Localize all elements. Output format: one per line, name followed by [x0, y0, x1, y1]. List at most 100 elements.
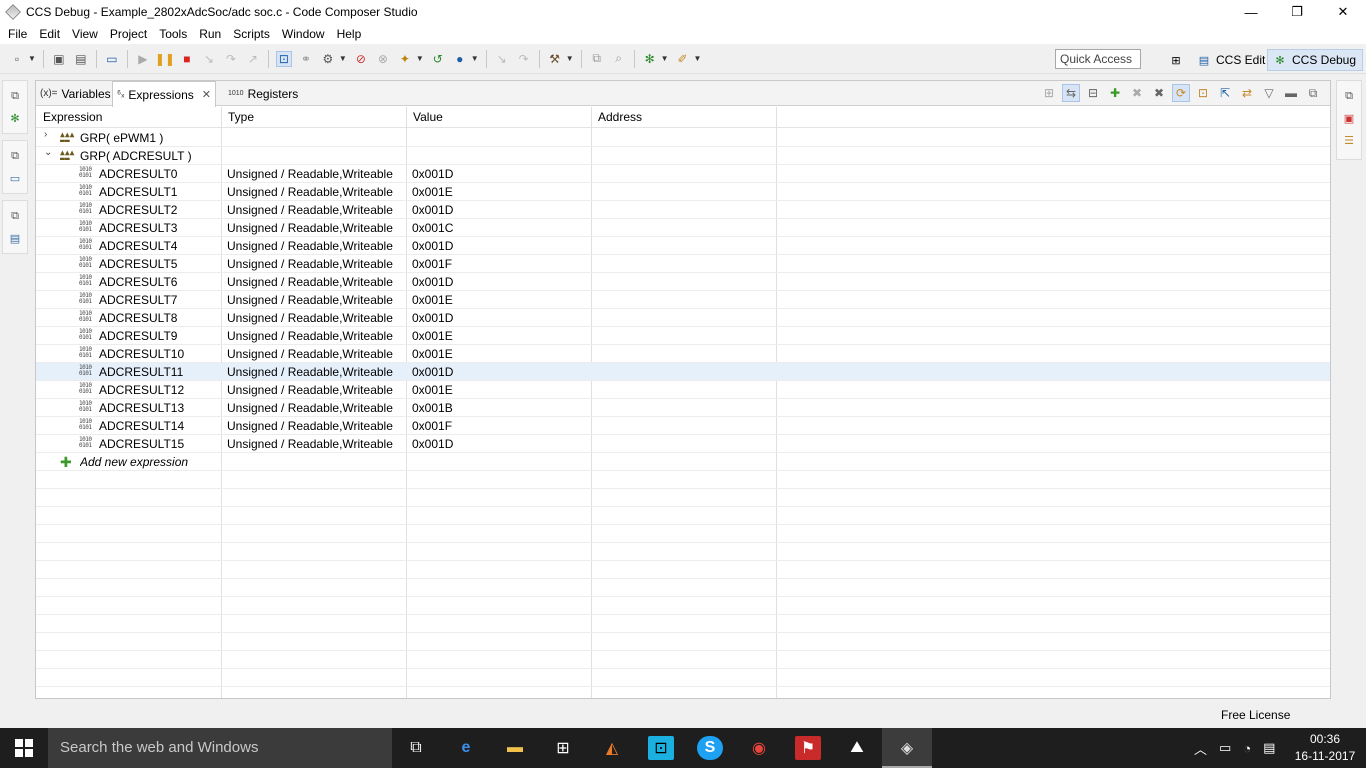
- menu-file[interactable]: File: [2, 24, 33, 44]
- menu-window[interactable]: Window: [276, 24, 331, 44]
- column-header-address[interactable]: Address: [591, 107, 777, 128]
- battery-icon[interactable]: ▭: [1219, 740, 1231, 756]
- restore-icon[interactable]: ⧉: [7, 208, 23, 224]
- menu-view[interactable]: View: [66, 24, 104, 44]
- disconnect-icon[interactable]: ⚭: [298, 51, 314, 67]
- disassembly-icon[interactable]: ☰: [1341, 132, 1357, 148]
- start-button[interactable]: [0, 728, 48, 768]
- restore-icon[interactable]: ⧉: [7, 148, 23, 164]
- menu-tools[interactable]: Tools: [153, 24, 193, 44]
- skype-icon[interactable]: S: [697, 736, 723, 760]
- table-row[interactable]: 1010 0101 ADCRESULT13 Unsigned / Readable,W…: [36, 399, 1330, 417]
- debug-dropdown-icon[interactable]: ▼: [661, 54, 669, 63]
- register-value[interactable]: 0x001D: [412, 435, 592, 453]
- column-header-type[interactable]: Type: [221, 107, 407, 128]
- file-explorer-icon[interactable]: ▬: [502, 736, 528, 760]
- minimize-view-icon[interactable]: ▬: [1282, 84, 1300, 102]
- debug-bug-icon[interactable]: ✻: [642, 51, 658, 67]
- table-row[interactable]: 1010 0101 ADCRESULT12 Unsigned / Readable,W…: [36, 381, 1330, 399]
- menu-scripts[interactable]: Scripts: [227, 24, 276, 44]
- step-assembly-icon[interactable]: ↘: [494, 51, 510, 67]
- register-value[interactable]: 0x001F: [412, 417, 592, 435]
- table-row[interactable]: 1010 0101 ADCRESULT14 Unsigned / Readable,W…: [36, 417, 1330, 435]
- restore-button[interactable]: ❐: [1274, 0, 1320, 24]
- column-header-value[interactable]: Value: [406, 107, 592, 128]
- debug-icon[interactable]: ↺: [430, 51, 446, 67]
- collapse-chevron-icon[interactable]: ⌄: [44, 147, 54, 158]
- matlab-icon[interactable]: ◭: [599, 736, 625, 760]
- tab-expressions[interactable]: ⁶ₓ Expressions ✕: [112, 81, 216, 107]
- suspend-icon[interactable]: ❚❚: [155, 51, 175, 67]
- build-dropdown-icon[interactable]: ▼: [416, 54, 424, 63]
- new-view-icon[interactable]: ⊡: [1194, 84, 1212, 102]
- remove-expression-icon[interactable]: ✖: [1128, 84, 1146, 102]
- store-icon[interactable]: ⊞: [550, 736, 576, 760]
- close-button[interactable]: ✕: [1320, 0, 1366, 24]
- table-row[interactable]: › ▲▲▲ ▬▬ GRP( ePWM1 ): [36, 129, 1330, 147]
- run-icon[interactable]: ●: [452, 51, 468, 67]
- register-value[interactable]: 0x001E: [412, 291, 592, 309]
- perspective-ccs-debug[interactable]: ✻ CCS Debug: [1267, 49, 1364, 71]
- minimize-button[interactable]: —: [1228, 0, 1274, 24]
- run-dropdown-icon[interactable]: ▼: [471, 54, 479, 63]
- taskbar-search-input[interactable]: Search the web and Windows: [48, 728, 392, 768]
- table-row[interactable]: 1010 0101 ADCRESULT8 Unsigned / Readable,Wr…: [36, 309, 1330, 327]
- step-into-icon[interactable]: ↘: [201, 51, 217, 67]
- open-view-icon[interactable]: ⧉: [589, 51, 605, 67]
- table-row[interactable]: ⌄ ▲▲▲ ▬▬ GRP( ADCRESULT ): [36, 147, 1330, 165]
- hammer-dropdown-icon[interactable]: ▼: [566, 54, 574, 63]
- memory-browser-icon[interactable]: ▣: [1341, 110, 1357, 126]
- table-row[interactable]: 1010 0101 ADCRESULT9 Unsigned / Readable,Wr…: [36, 327, 1330, 345]
- register-value[interactable]: 0x001C: [412, 219, 592, 237]
- connect-target-icon[interactable]: ⊡: [275, 50, 292, 67]
- remove-breakpoints-icon[interactable]: ⊗: [375, 51, 391, 67]
- chrome-icon[interactable]: ◉: [746, 736, 772, 760]
- table-row[interactable]: 1010 0101 ADCRESULT3 Unsigned / Readable,Wr…: [36, 219, 1330, 237]
- register-value[interactable]: 0x001E: [412, 183, 592, 201]
- wifi-icon[interactable]: ◔: [1243, 741, 1251, 756]
- maximize-view-icon[interactable]: ⧉: [1304, 84, 1322, 102]
- table-row[interactable]: 1010 0101 ADCRESULT4 Unsigned / Readable,Wr…: [36, 237, 1330, 255]
- restore-icon[interactable]: ⧉: [7, 88, 23, 104]
- ccs-taskbar-button[interactable]: ◈: [882, 728, 932, 768]
- menu-project[interactable]: Project: [104, 24, 153, 44]
- remove-all-icon[interactable]: ✖: [1150, 84, 1168, 102]
- table-row[interactable]: 1010 0101 ADCRESULT7 Unsigned / Readable,Wr…: [36, 291, 1330, 309]
- add-new-expression-row[interactable]: ✚ Add new expression: [36, 453, 1330, 471]
- load-program-icon[interactable]: ⚙: [320, 51, 336, 67]
- menu-run[interactable]: Run: [193, 24, 227, 44]
- register-value[interactable]: 0x001B: [412, 399, 592, 417]
- show-columns-icon[interactable]: ⇆: [1062, 84, 1080, 102]
- external-tools-icon[interactable]: ✐: [675, 51, 691, 67]
- register-value[interactable]: 0x001D: [412, 237, 592, 255]
- terminate-icon[interactable]: ■: [179, 51, 195, 67]
- tab-registers[interactable]: 1010 Registers: [224, 81, 302, 106]
- simulink-icon[interactable]: ⊡: [648, 736, 674, 760]
- show-type-names-icon[interactable]: ⊞: [1040, 84, 1058, 102]
- acrobat-icon[interactable]: ⚑: [795, 736, 821, 760]
- edge-icon[interactable]: e: [453, 736, 479, 760]
- register-value[interactable]: 0x001E: [412, 327, 592, 345]
- export-icon[interactable]: ⇱: [1216, 84, 1234, 102]
- console-icon[interactable]: ▭: [7, 170, 23, 186]
- collapse-all-icon[interactable]: ⊟: [1084, 84, 1102, 102]
- resume-icon[interactable]: ▶: [135, 51, 151, 67]
- search-icon[interactable]: ⌕: [611, 51, 627, 67]
- open-perspective-button[interactable]: ⊞: [1164, 49, 1194, 71]
- register-value[interactable]: 0x001D: [412, 363, 592, 381]
- quick-access-input[interactable]: Quick Access: [1055, 49, 1141, 69]
- close-tab-icon[interactable]: ✕: [202, 88, 211, 101]
- step-over-icon[interactable]: ↷: [223, 51, 239, 67]
- build-icon[interactable]: ✦: [397, 51, 413, 67]
- save-all-icon[interactable]: ▤: [73, 51, 89, 67]
- new-icon[interactable]: ▫: [9, 51, 25, 67]
- refresh-icon[interactable]: ⇄: [1238, 84, 1256, 102]
- register-value[interactable]: 0x001E: [412, 345, 592, 363]
- view-menu-icon[interactable]: ▽: [1260, 84, 1278, 102]
- debug-view-icon[interactable]: ✻: [7, 110, 23, 126]
- table-row[interactable]: 1010 0101 ADCRESULT2 Unsigned / Readable,Wr…: [36, 201, 1330, 219]
- table-row[interactable]: 1010 0101 ADCRESULT6 Unsigned / Readable,Wr…: [36, 273, 1330, 291]
- tray-chevron-icon[interactable]: ︿: [1194, 739, 1207, 758]
- menu-edit[interactable]: Edit: [33, 24, 66, 44]
- save-icon[interactable]: ▣: [51, 51, 67, 67]
